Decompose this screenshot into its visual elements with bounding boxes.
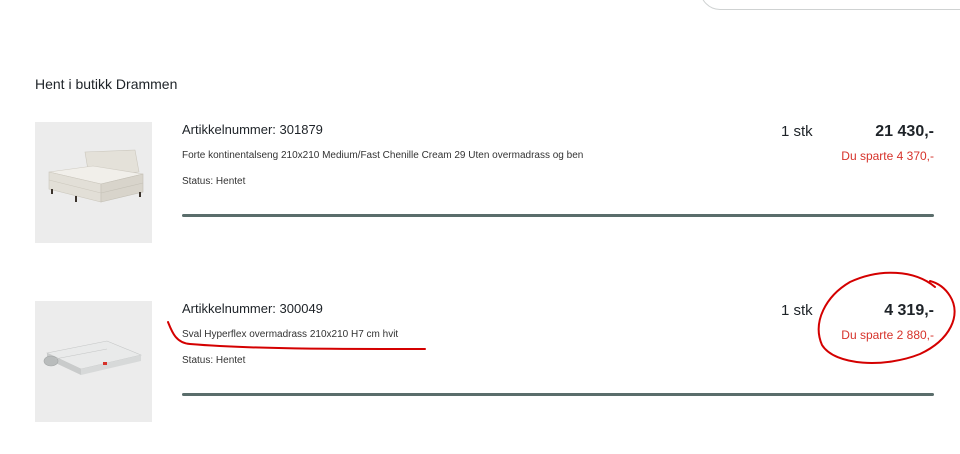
savings-text: Du sparte 2 880,- xyxy=(841,328,934,342)
status-text: Status: Hentet xyxy=(182,176,246,187)
order-item: Artikkelnummer: 300049 Sval Hyperflex ov… xyxy=(0,301,960,431)
article-number: Artikkelnummer: 300049 xyxy=(182,301,323,316)
status-progress-bar xyxy=(182,393,934,396)
price: 21 430,- xyxy=(875,123,934,140)
mattress-topper-icon[interactable] xyxy=(35,301,152,422)
pickup-store-heading: Hent i butikk Drammen xyxy=(35,76,178,92)
order-item: Artikkelnummer: 301879 Forte kontinental… xyxy=(0,122,960,252)
status-progress-fill xyxy=(182,393,934,396)
status-progress-bar xyxy=(182,214,934,217)
price: 4 319,- xyxy=(884,302,934,319)
bed-icon[interactable] xyxy=(35,122,152,243)
product-description: Sval Hyperflex overmadrass 210x210 H7 cm… xyxy=(182,329,399,340)
status-text: Status: Hentet xyxy=(182,355,246,366)
search-field[interactable] xyxy=(700,0,960,10)
product-description: Forte kontinentalseng 210x210 Medium/Fas… xyxy=(182,150,584,161)
quantity: 1 stk xyxy=(781,123,813,140)
status-progress-fill xyxy=(182,214,934,217)
savings-text: Du sparte 4 370,- xyxy=(841,149,934,163)
quantity: 1 stk xyxy=(781,302,813,319)
article-number: Artikkelnummer: 301879 xyxy=(182,122,323,137)
